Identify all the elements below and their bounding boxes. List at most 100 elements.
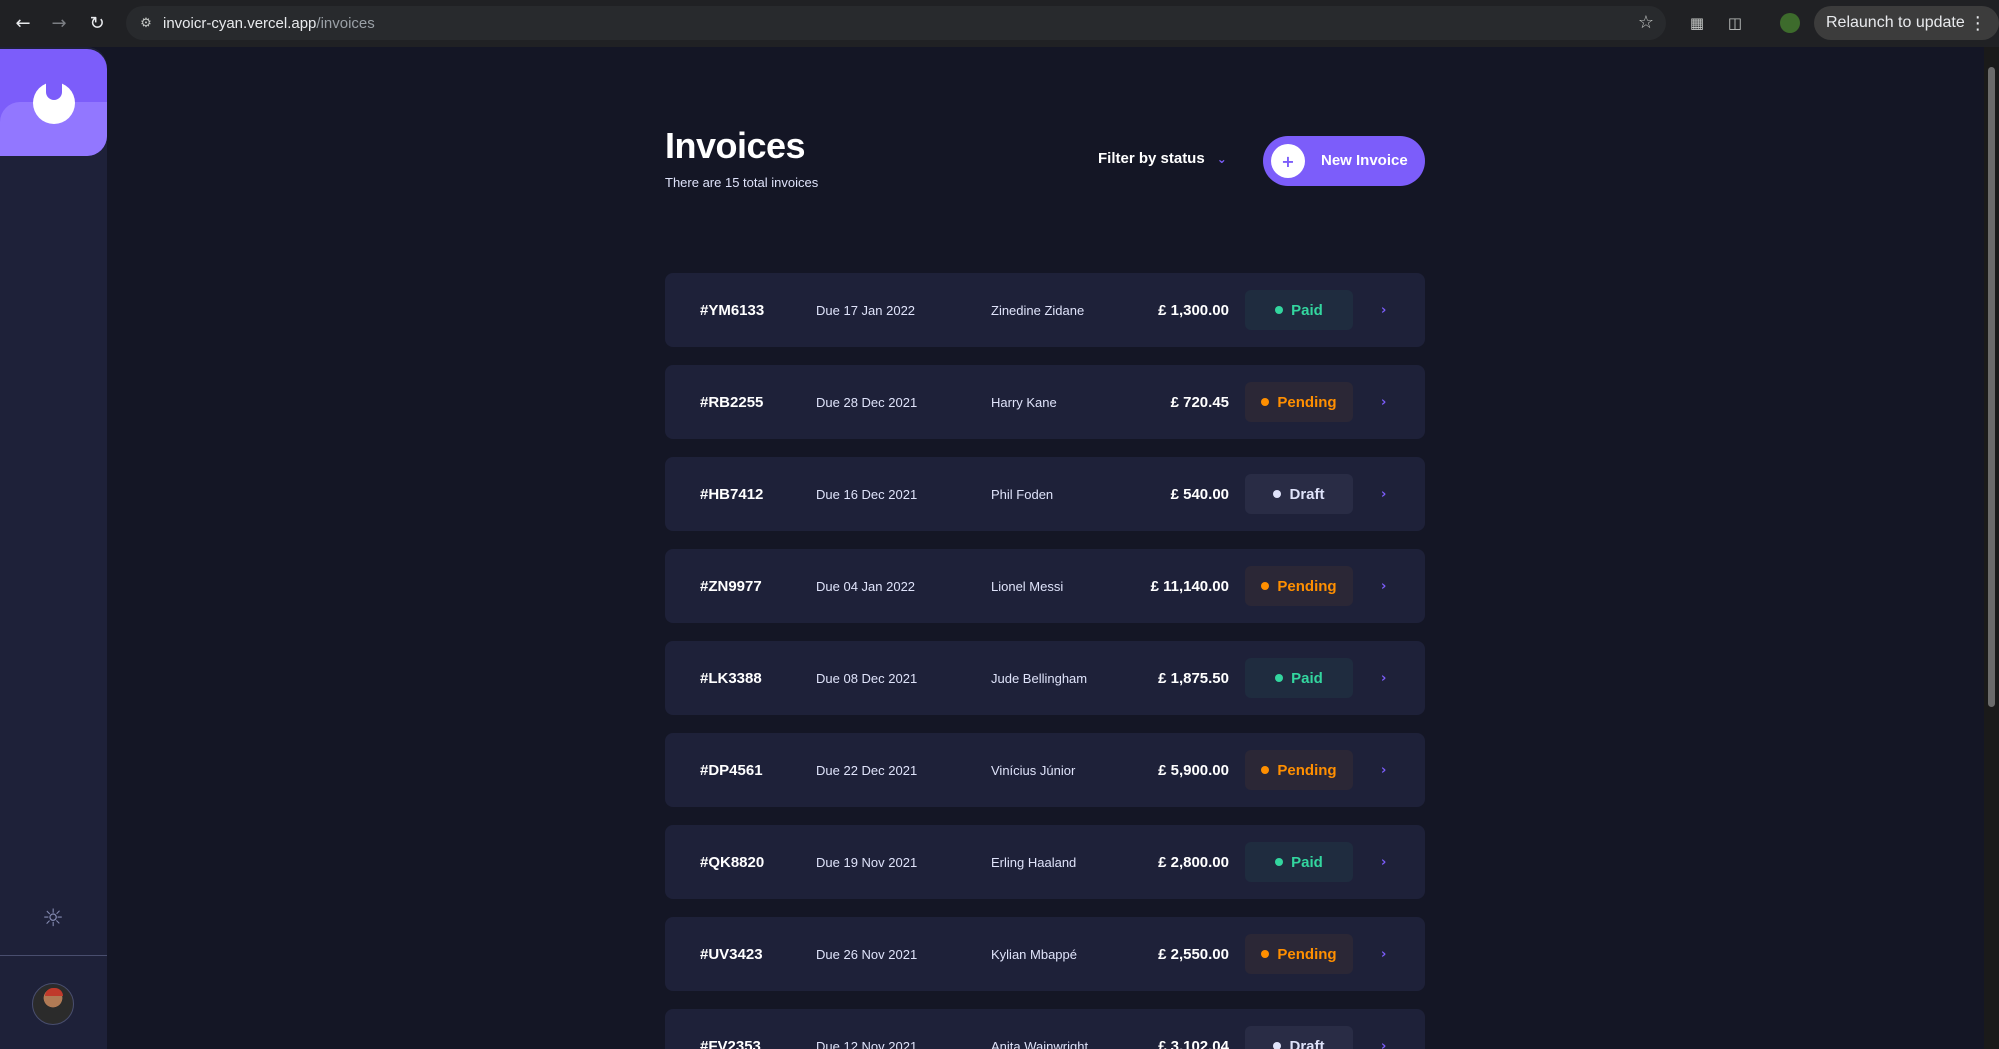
status-label: Pending (1277, 577, 1337, 595)
star-icon[interactable]: ☆ (1638, 12, 1654, 33)
url-text[interactable]: invoicr-cyan.vercel.app/invoices (163, 15, 375, 32)
status-dot (1261, 950, 1270, 958)
invoice-id: #ZN9977 (700, 577, 762, 595)
invoice-client: Erling Haaland (991, 854, 1077, 870)
invoice-amount: £ 720.45 (1170, 393, 1229, 411)
arrow-right-icon[interactable]: → (40, 4, 78, 42)
invoice-row[interactable]: #YM6133 Due 17 Jan 2022 Zinedine Zidane … (665, 273, 1425, 347)
plus-icon: + (1271, 144, 1305, 178)
invoice-due-date: Due 04 Jan 2022 (816, 578, 916, 594)
status-label: Draft (1289, 1037, 1325, 1049)
invoice-amount: £ 2,550.00 (1158, 945, 1229, 963)
invoice-client: Phil Foden (991, 486, 1054, 502)
invoice-row[interactable]: #HB7412 Due 16 Dec 2021 Phil Foden £ 540… (665, 457, 1425, 531)
invoice-amount: £ 540.00 (1170, 485, 1229, 503)
sidebar-divider (0, 955, 107, 956)
chevron-right-icon[interactable]: › (1381, 549, 1386, 623)
invoice-id: #YM6133 (700, 301, 765, 319)
new-invoice-button[interactable]: + New Invoice (1263, 136, 1425, 186)
invoice-row[interactable]: #UV3423 Due 26 Nov 2021 Kylian Mbappé £ … (665, 917, 1425, 991)
tune-icon[interactable]: ⚙ (136, 13, 156, 33)
invoice-client: Harry Kane (991, 394, 1057, 410)
invoice-due-date: Due 26 Nov 2021 (816, 946, 918, 962)
status-label: Paid (1291, 669, 1323, 687)
invoice-due-date: Due 19 Nov 2021 (816, 854, 918, 870)
chevron-right-icon[interactable]: › (1381, 457, 1386, 531)
filter-label: Filter by status (1098, 150, 1205, 167)
app-logo[interactable] (0, 49, 107, 156)
clipboard-icon[interactable]: ▦ (1685, 11, 1709, 35)
invoice-due-date: Due 12 Nov 2021 (816, 1038, 918, 1049)
avatar[interactable] (32, 983, 74, 1025)
invoice-id: #FV2353 (700, 1037, 761, 1049)
scrollbar-thumb[interactable] (1988, 67, 1995, 707)
invoice-amount: £ 3,102.04 (1158, 1037, 1229, 1049)
invoice-id: #LK3388 (700, 669, 762, 687)
invoice-due-date: Due 08 Dec 2021 (816, 670, 918, 686)
status-dot (1273, 490, 1282, 498)
status-badge: Pending (1245, 382, 1353, 422)
status-dot (1261, 398, 1270, 406)
invoice-client: Jude Bellingham (991, 670, 1088, 686)
sidebar: ☼ (0, 47, 107, 1049)
status-label: Draft (1289, 485, 1325, 503)
invoice-amount: £ 1,300.00 (1158, 301, 1229, 319)
logo-icon (33, 82, 75, 124)
page-scrollbar[interactable] (1984, 47, 1999, 1049)
invoice-row[interactable]: #LK3388 Due 08 Dec 2021 Jude Bellingham … (665, 641, 1425, 715)
relaunch-button[interactable]: Relaunch to update ⋮ (1814, 6, 1999, 40)
invoice-id: #QK8820 (700, 853, 765, 871)
profile-extension-icon[interactable] (1778, 11, 1802, 35)
status-badge: Paid (1245, 658, 1353, 698)
sun-icon[interactable]: ☼ (40, 904, 66, 932)
invoice-client: Vinícius Júnior (991, 762, 1076, 778)
invoice-due-date: Due 22 Dec 2021 (816, 762, 918, 778)
reload-icon[interactable]: ↻ (78, 4, 116, 42)
invoice-id: #DP4561 (700, 761, 763, 779)
status-label: Paid (1291, 853, 1323, 871)
status-label: Paid (1291, 301, 1323, 319)
invoice-client: Anita Wainwright (991, 1038, 1089, 1049)
invoice-row[interactable]: #DP4561 Due 22 Dec 2021 Vinícius Júnior … (665, 733, 1425, 807)
filter-by-status[interactable]: Filter by status ⌄ (1098, 150, 1227, 167)
invoice-id: #UV3423 (700, 945, 763, 963)
status-badge: Draft (1245, 1026, 1353, 1049)
status-dot (1275, 674, 1284, 682)
invoice-due-date: Due 17 Jan 2022 (816, 302, 916, 318)
chevron-right-icon[interactable]: › (1381, 825, 1386, 899)
invoice-row[interactable]: #ZN9977 Due 04 Jan 2022 Lionel Messi £ 1… (665, 549, 1425, 623)
invoice-row[interactable]: #QK8820 Due 19 Nov 2021 Erling Haaland £… (665, 825, 1425, 899)
status-label: Pending (1277, 945, 1337, 963)
invoice-id: #RB2255 (700, 393, 764, 411)
status-dot (1273, 1042, 1282, 1049)
invoice-list: #YM6133 Due 17 Jan 2022 Zinedine Zidane … (665, 273, 1425, 1049)
status-dot (1275, 306, 1284, 314)
invoice-due-date: Due 16 Dec 2021 (816, 486, 918, 502)
address-bar[interactable]: ⚙ invoicr-cyan.vercel.app/invoices ☆ (126, 6, 1666, 40)
invoice-client: Zinedine Zidane (991, 302, 1085, 318)
invoice-amount: £ 5,900.00 (1158, 761, 1229, 779)
chevron-down-icon: ⌄ (1216, 151, 1227, 166)
status-dot (1275, 858, 1284, 866)
arrow-left-icon[interactable]: ← (4, 4, 42, 42)
status-badge: Paid (1245, 842, 1353, 882)
invoice-row[interactable]: #RB2255 Due 28 Dec 2021 Harry Kane £ 720… (665, 365, 1425, 439)
invoice-row[interactable]: #FV2353 Due 12 Nov 2021 Anita Wainwright… (665, 1009, 1425, 1049)
invoice-client: Lionel Messi (991, 578, 1064, 594)
chevron-right-icon[interactable]: › (1381, 733, 1386, 807)
chevron-right-icon[interactable]: › (1381, 273, 1386, 347)
browser-toolbar: ← → ↻ ⚙ invoicr-cyan.vercel.app/invoices… (0, 0, 1999, 47)
page-title: Invoices (665, 125, 806, 166)
chevron-right-icon[interactable]: › (1381, 365, 1386, 439)
chevron-right-icon[interactable]: › (1381, 1009, 1386, 1049)
puzzle-icon[interactable]: ◫ (1723, 11, 1747, 35)
status-dot (1261, 582, 1270, 590)
invoice-due-date: Due 28 Dec 2021 (816, 394, 918, 410)
invoice-amount: £ 1,875.50 (1158, 669, 1229, 687)
chevron-right-icon[interactable]: › (1381, 641, 1386, 715)
invoice-amount: £ 2,800.00 (1158, 853, 1229, 871)
chevron-right-icon[interactable]: › (1381, 917, 1386, 991)
status-dot (1261, 766, 1270, 774)
more-vert-icon[interactable]: ⋮ (1969, 13, 1987, 34)
status-badge: Pending (1245, 750, 1353, 790)
